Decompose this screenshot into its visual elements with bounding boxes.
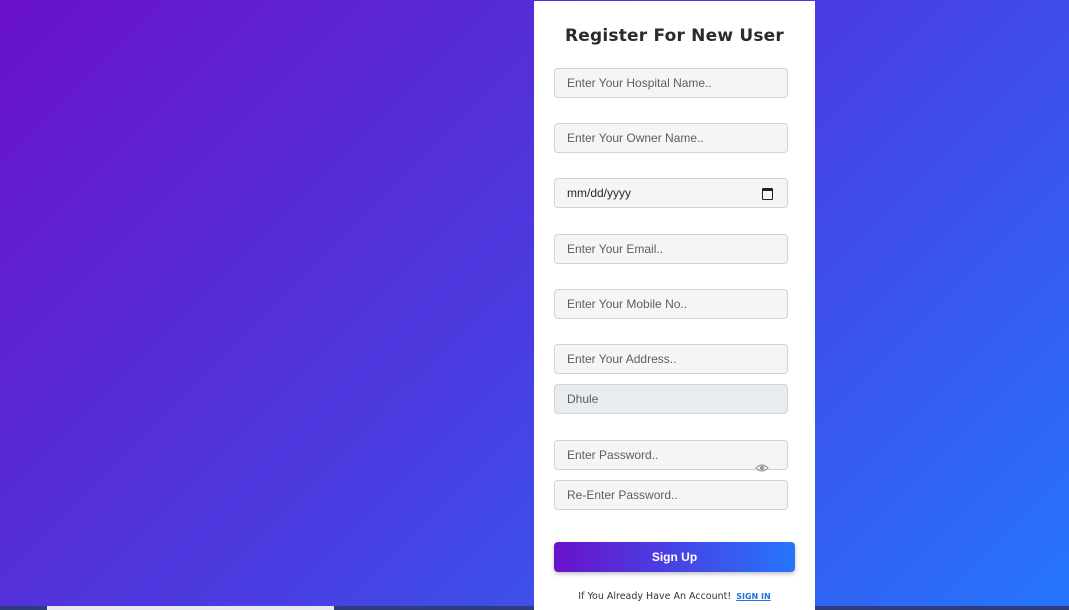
hospital-name-input[interactable]: Enter Your Hospital Name..	[554, 68, 788, 98]
eye-icon[interactable]	[755, 462, 769, 474]
city-input: Dhule	[554, 384, 788, 414]
calendar-icon[interactable]	[762, 188, 773, 200]
password-placeholder: Enter Password..	[567, 448, 659, 462]
password-input[interactable]: Enter Password..	[554, 440, 788, 470]
city-value: Dhule	[567, 392, 599, 406]
account-prompt-text: If You Already Have An Account!	[578, 591, 732, 602]
register-card: Register For New User Enter Your Hospita…	[534, 1, 815, 610]
address-input[interactable]: Enter Your Address..	[554, 344, 788, 374]
owner-name-placeholder: Enter Your Owner Name..	[567, 131, 704, 145]
email-placeholder: Enter Your Email..	[567, 242, 664, 256]
taskbar-highlight	[47, 606, 334, 610]
hospital-name-placeholder: Enter Your Hospital Name..	[567, 76, 712, 90]
reenter-password-input[interactable]: Re-Enter Password..	[554, 480, 788, 510]
date-input[interactable]: mm/dd/yyyy	[554, 178, 788, 208]
mobile-input[interactable]: Enter Your Mobile No..	[554, 289, 788, 319]
owner-name-input[interactable]: Enter Your Owner Name..	[554, 123, 788, 153]
sign-in-link[interactable]: SIGN IN	[736, 592, 770, 601]
email-input[interactable]: Enter Your Email..	[554, 234, 788, 264]
address-placeholder: Enter Your Address..	[567, 352, 677, 366]
account-prompt-line: If You Already Have An Account! SIGN IN	[534, 591, 815, 602]
reenter-password-placeholder: Re-Enter Password..	[567, 488, 678, 502]
mobile-placeholder: Enter Your Mobile No..	[567, 297, 688, 311]
date-value: mm/dd/yyyy	[567, 186, 632, 200]
page-title: Register For New User	[564, 26, 785, 46]
sign-up-button[interactable]: Sign Up	[554, 542, 795, 572]
